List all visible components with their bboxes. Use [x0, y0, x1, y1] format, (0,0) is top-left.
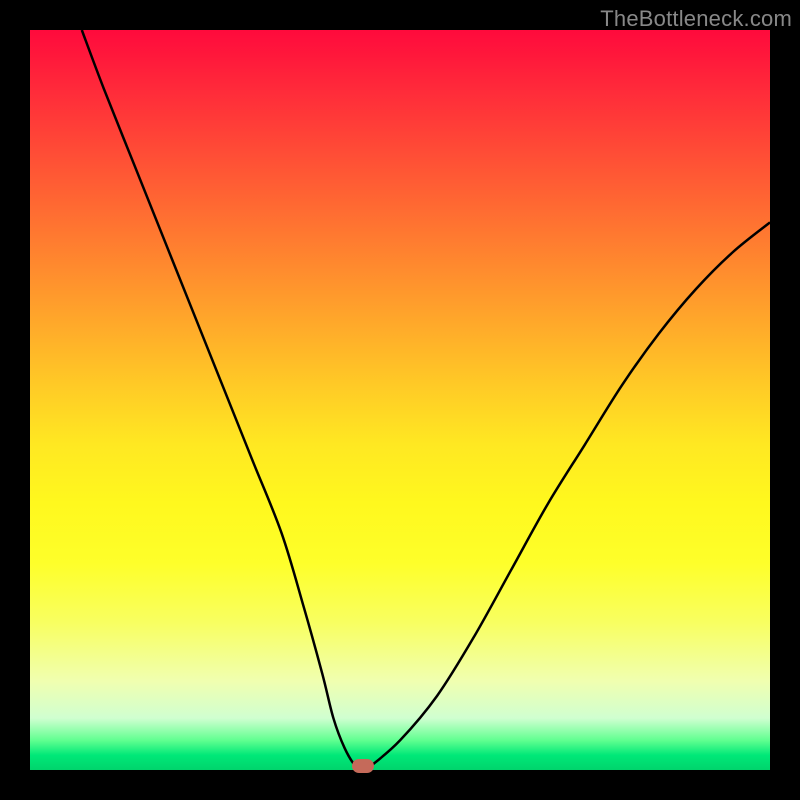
minimum-marker: [352, 759, 374, 773]
bottleneck-curve: [30, 30, 770, 770]
watermark-text: TheBottleneck.com: [600, 6, 792, 32]
plot-area: [30, 30, 770, 770]
chart-container: TheBottleneck.com: [0, 0, 800, 800]
